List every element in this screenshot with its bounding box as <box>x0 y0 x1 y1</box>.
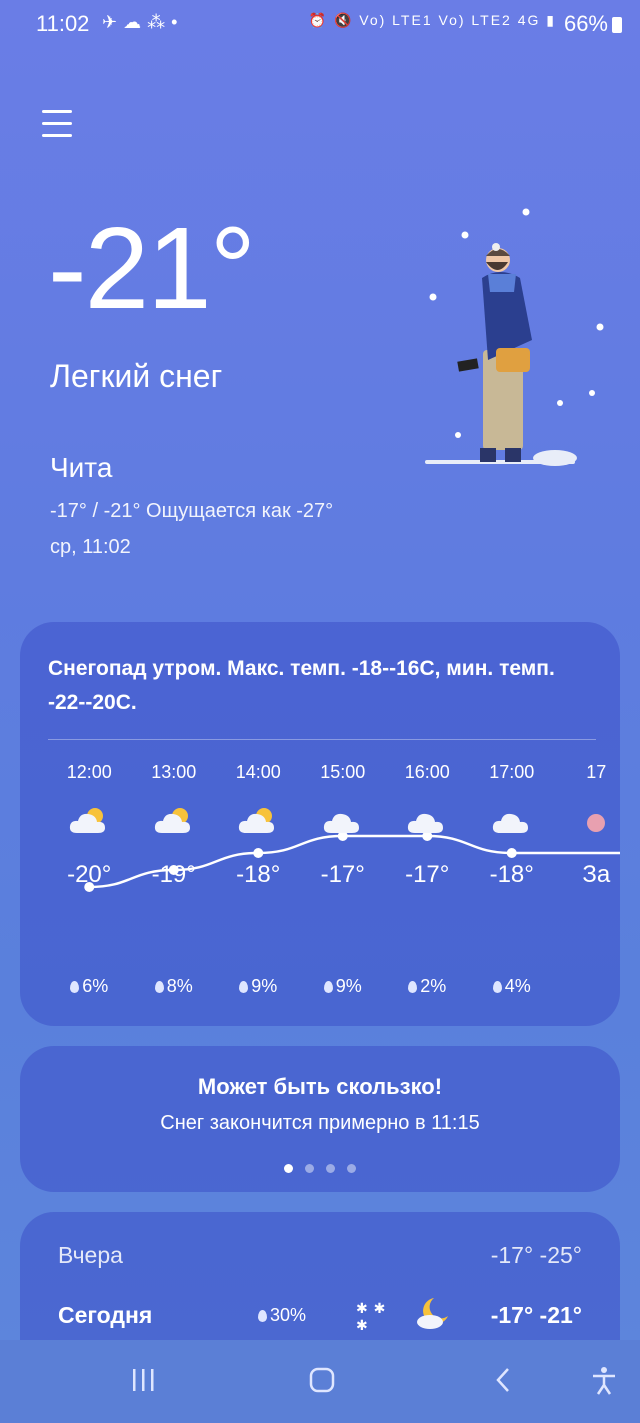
current-temperature: -21° <box>48 203 256 333</box>
alert-title: Может быть скользко! <box>197 1074 443 1099</box>
drop-icon <box>323 981 333 993</box>
hour-label: 16:00 <box>404 762 450 782</box>
notification-icons: ✈☁⁂• <box>102 12 183 33</box>
menu-icon[interactable] <box>42 110 72 138</box>
daily-label: Вчера <box>58 1242 123 1268</box>
hour-temperature: -18° <box>236 861 281 888</box>
drop-icon <box>154 981 164 993</box>
back-icon[interactable] <box>490 1366 518 1394</box>
hour-column: 12:00 -20° <box>47 762 131 889</box>
hour-temperature: -20° <box>67 861 112 888</box>
app-icon: ⁂ <box>147 12 172 32</box>
hour-column: 14:00 -18° <box>216 762 300 889</box>
drop-icon <box>239 981 249 993</box>
hourly-forecast-card[interactable]: Снегопад утром. Макс. темп. -18--16С, ми… <box>20 622 620 1026</box>
hour-temperature: -17° <box>320 861 365 888</box>
dot-icon: • <box>171 12 184 32</box>
cloudy-icon <box>301 803 385 843</box>
hour-label: 14:00 <box>235 762 281 782</box>
hourly-strip[interactable]: 12:00 -20° 6% 13:00 -19° 8% 14:00 -18° 9% 15:00 -1… <box>20 762 620 1002</box>
hour-label: 15:00 <box>320 762 366 782</box>
city-name[interactable]: Чита <box>50 452 112 484</box>
hour-column: 17 За <box>554 762 620 889</box>
daily-precip: 30% <box>258 1305 306 1326</box>
daily-temps: -17° -25° <box>490 1242 582 1268</box>
recent-apps-icon[interactable] <box>130 1366 158 1394</box>
status-bar: 11:02 ✈☁⁂• ⏰ 🔇 Vo) LTE1 Vo) LTE2 4G ▮ 66… <box>0 0 640 48</box>
hour-column: 15:00 -17° <box>301 762 385 889</box>
mute-icon: 🔇 <box>333 12 354 28</box>
daily-temps: -17° -21° <box>490 1302 582 1328</box>
network-label: Vo) LTE1 Vo) LTE2 4G <box>359 12 541 28</box>
partly-cloudy-icon <box>132 803 216 843</box>
hour-precipitation: 4% <box>470 976 554 997</box>
moon-cloud-icon <box>417 1298 448 1329</box>
cloudy-icon <box>385 803 469 843</box>
hour-temperature: -17° <box>405 861 450 888</box>
snowflake-icon: ✱ ✱ ✱ <box>356 1300 387 1333</box>
hour-label: 13:00 <box>151 762 197 782</box>
daily-precip-value: 30% <box>270 1305 307 1325</box>
alert-card[interactable]: Может быть скользко! Снег закончится при… <box>20 1046 620 1192</box>
hour-label: 12:00 <box>66 762 112 782</box>
divider <box>48 739 596 740</box>
hour-precipitation: 8% <box>132 976 216 997</box>
alarm-icon: ⏰ <box>308 12 329 28</box>
system-nav-bar <box>0 1340 640 1423</box>
weather-illustration <box>425 208 604 466</box>
drop-icon <box>408 981 418 993</box>
cloud-icon: ☁ <box>123 12 148 32</box>
alert-text: Снег закончится примерно в 11:15 <box>160 1112 480 1134</box>
page-dot[interactable] <box>284 1164 293 1173</box>
system-icons: ⏰ 🔇 Vo) LTE1 Vo) LTE2 4G ▮ <box>309 12 556 29</box>
hour-temperature: -18° <box>489 861 534 888</box>
battery-indicator: 66% <box>564 11 622 37</box>
drop-icon <box>258 1310 267 1322</box>
partly-cloudy-icon <box>47 803 131 843</box>
battery-icon <box>612 17 622 33</box>
partly-cloudy-icon <box>216 803 300 843</box>
forecast-summary: Снегопад утром. Макс. темп. -18--16С, ми… <box>48 657 555 714</box>
current-datetime: ср, 11:02 <box>50 536 131 558</box>
page-dot[interactable] <box>326 1164 335 1173</box>
daily-label: Сегодня <box>58 1302 153 1328</box>
hour-label: 17 <box>586 762 607 782</box>
drop-icon <box>492 981 502 993</box>
accessibility-icon[interactable] <box>590 1366 618 1396</box>
weather-condition: Легкий снег <box>50 358 223 394</box>
hour-column: 17:00 -18° <box>470 762 554 889</box>
temp-range-feels-like: -17° / -21° Ощущается как -27° <box>50 500 334 522</box>
drop-icon <box>70 981 80 993</box>
home-icon[interactable] <box>308 1366 336 1394</box>
hour-column: 13:00 -19° <box>132 762 216 889</box>
cloudy-icon <box>470 803 554 843</box>
telegram-icon: ✈ <box>102 12 124 32</box>
hour-label: 17:00 <box>489 762 535 782</box>
hour-precipitation: 9% <box>216 976 300 997</box>
hour-precipitation: 6% <box>47 976 131 997</box>
page-dot[interactable] <box>347 1164 356 1173</box>
hour-column: 16:00 -17° <box>385 762 469 889</box>
sunset-icon <box>554 803 620 843</box>
signal-icon: ▮ <box>546 12 556 28</box>
hour-temperature: -19° <box>151 861 196 888</box>
hour-temperature: За <box>582 861 611 888</box>
page-indicator <box>20 1160 620 1178</box>
hour-precipitation: 9% <box>301 976 385 997</box>
battery-percent: 66% <box>563 11 608 36</box>
page-dot[interactable] <box>305 1164 314 1173</box>
hour-precipitation: 2% <box>385 976 469 997</box>
status-time: 11:02 <box>36 11 90 36</box>
